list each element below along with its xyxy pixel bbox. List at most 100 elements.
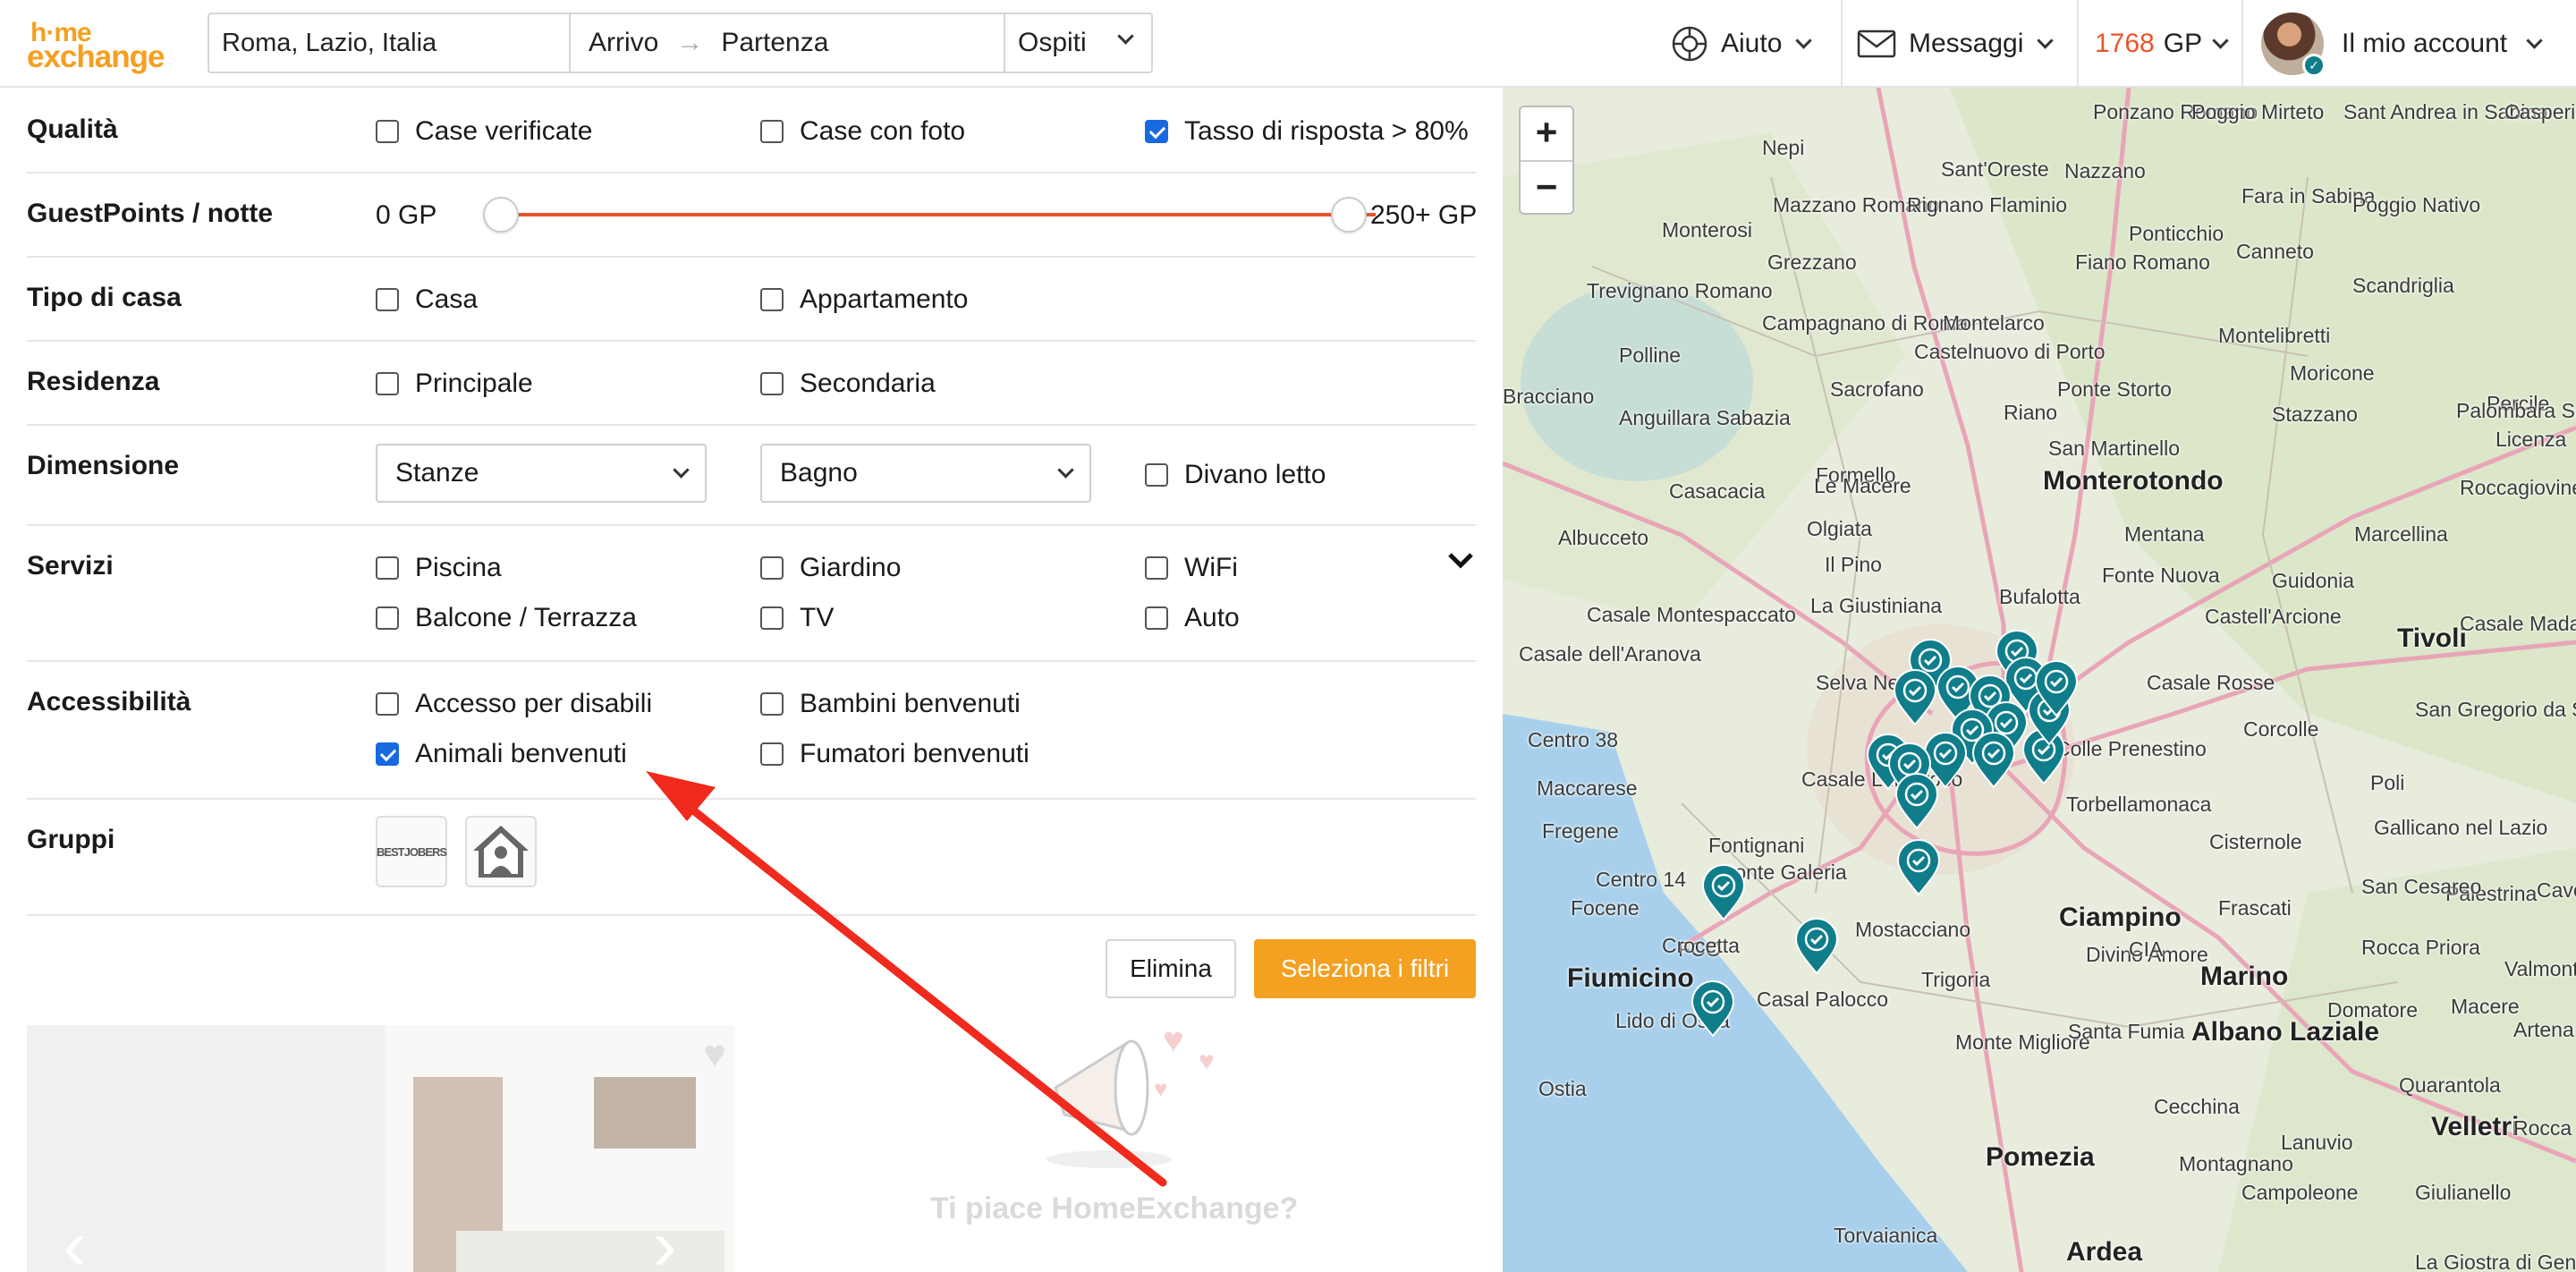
checkbox[interactable] [376, 692, 399, 716]
date-range-input[interactable]: Arrivo → Partenza [571, 14, 1005, 72]
checkbox-disabled-access[interactable]: Accesso per disabili [376, 689, 652, 719]
checkbox-apartment[interactable]: Appartamento [760, 284, 968, 315]
zoom-in-button[interactable]: + [1521, 107, 1572, 160]
checkbox-balcony[interactable]: Balcone / Terrazza [376, 603, 637, 633]
map-place-label: Canneto [2236, 240, 2314, 263]
listing-map-pin[interactable] [1893, 669, 1937, 726]
map-place-label: Albano Laziale [2191, 1017, 2380, 1047]
slider-max-handle[interactable] [1331, 197, 1367, 233]
checkbox-tv[interactable]: TV [760, 603, 834, 633]
listing-map-pin[interactable] [1701, 864, 1746, 921]
destination-input[interactable]: Roma, Lazio, Italia [209, 14, 571, 72]
checkbox-checked[interactable] [376, 742, 399, 766]
help-menu[interactable]: Aiuto [1671, 0, 1813, 88]
listing-map-pin[interactable] [1794, 918, 1839, 975]
map-place-label: Albucceto [1558, 526, 1649, 549]
filter-row-accessibility: Accessibilità Accesso per disabili Bambi… [27, 662, 1476, 800]
group-house-logo[interactable] [465, 816, 537, 887]
checkbox-label: Piscina [415, 553, 502, 582]
checkbox-verified-homes[interactable]: Case verificate [376, 116, 592, 147]
guests-select[interactable]: Ospiti [1005, 14, 1151, 72]
checkbox-smokers-welcome[interactable]: Fumatori benvenuti [760, 739, 1030, 769]
checkbox-secondary[interactable]: Secondaria [760, 369, 936, 399]
guestpoints-menu[interactable]: 1768 GP [2077, 0, 2241, 88]
checkbox-house[interactable]: Casa [376, 284, 478, 315]
checkbox-primary[interactable]: Principale [376, 369, 533, 399]
zoom-out-button[interactable]: − [1521, 160, 1572, 213]
map-place-label: Santa Fumia [2068, 1020, 2185, 1043]
clear-filters-button[interactable]: Elimina [1106, 939, 1236, 998]
filter-label-services: Servizi [27, 551, 114, 581]
slider-min-handle[interactable] [483, 197, 519, 233]
checkbox[interactable] [376, 288, 399, 311]
checkbox-sofa-bed[interactable]: Divano letto [1145, 460, 1326, 490]
chevron-down-icon [2526, 31, 2543, 49]
listing-card[interactable]: ♥ ‹ › [27, 1025, 735, 1272]
rooms-select[interactable]: Stanze [376, 444, 707, 503]
checkbox[interactable] [376, 606, 399, 630]
group-bestjobers-logo[interactable]: BESTJOBERS [376, 816, 447, 887]
checkbox[interactable] [760, 692, 784, 716]
checkin-field[interactable]: Arrivo [589, 14, 658, 72]
listing-map-pin[interactable] [1690, 980, 1735, 1038]
map-place-label: Pomezia [1986, 1142, 2095, 1172]
map-place-label: Castelnuovo di Porto [1914, 340, 2106, 363]
checkbox-garden[interactable]: Giardino [760, 553, 901, 583]
map-place-label: Focene [1571, 896, 1640, 920]
checkbox-car[interactable]: Auto [1145, 603, 1240, 633]
guests-select-label: Ospiti [1018, 28, 1087, 57]
guestpoints-slider-track[interactable] [503, 213, 1376, 216]
listing-map-pin[interactable] [1896, 839, 1941, 896]
checkbox-label: Bambini benvenuti [800, 689, 1021, 718]
map-place-label: Monterosi [1662, 218, 1752, 242]
homeexchange-logo[interactable]: h·me exchange [27, 18, 183, 74]
checkbox[interactable] [760, 556, 784, 580]
checkbox-label: Case con foto [800, 116, 966, 146]
checkbox-homes-with-photos[interactable]: Case con foto [760, 116, 965, 147]
checkbox-pets-welcome[interactable]: Animali benvenuti [376, 739, 627, 769]
checkbox[interactable] [1145, 556, 1168, 580]
account-menu[interactable]: ✓ Il mio account [2241, 0, 2576, 88]
checkbox[interactable] [760, 606, 784, 630]
megaphone-icon: ♥ ♥ ♥ [1046, 1021, 1215, 1168]
chevron-right-icon[interactable]: › [653, 1204, 677, 1272]
checkbox[interactable] [760, 288, 784, 311]
listing-map-pin[interactable] [2034, 660, 2079, 717]
homeexchange-promo: ♥ ♥ ♥ Ti piace HomeExchange? [894, 1016, 1395, 1272]
checkbox-checked[interactable] [1145, 120, 1168, 143]
map-place-label: Sacrofano [1830, 377, 1924, 401]
checkbox[interactable] [1145, 463, 1168, 487]
map-place-label: Mostacciano [1855, 918, 1971, 941]
messages-menu[interactable]: Messaggi [1841, 0, 2073, 88]
checkout-field[interactable]: Partenza [721, 14, 828, 72]
checkbox-pool[interactable]: Piscina [376, 553, 502, 583]
checkbox[interactable] [760, 120, 784, 143]
map-view[interactable]: + − Ponzano Romano Poggio Mirteto Sant A… [1503, 88, 2576, 1272]
map-place-label: La Giostra di Genzano [2415, 1251, 2576, 1272]
chevron-left-icon[interactable]: ‹ [63, 1204, 87, 1272]
checkbox-response-rate[interactable]: Tasso di risposta > 80% [1145, 116, 1469, 147]
checkbox[interactable] [376, 372, 399, 395]
heart-icon[interactable]: ♥ [703, 1032, 726, 1077]
map-place-label: Torvaianica [1834, 1224, 1938, 1247]
checkbox[interactable] [376, 120, 399, 143]
avatar: ✓ [2261, 13, 2326, 77]
map-place-label: Sant'Oreste [1941, 157, 2049, 181]
chevron-down-icon [673, 461, 690, 479]
listing-map-pin[interactable] [1971, 732, 2016, 789]
map-place-label: Trevignano Romano [1587, 279, 1773, 302]
checkbox-wifi[interactable]: WiFi [1145, 553, 1238, 583]
apply-filters-button[interactable]: Seleziona i filtri [1254, 939, 1476, 998]
map-place-label: Ciampino [2059, 903, 2182, 932]
checkbox[interactable] [760, 742, 784, 766]
bath-select[interactable]: Bagno [760, 444, 1091, 503]
map-place-label: Poggio Mirteto [2191, 100, 2325, 123]
checkbox[interactable] [760, 372, 784, 395]
map-place-label: Tivoli [2397, 623, 2467, 653]
listing-map-pin[interactable] [1894, 773, 1939, 830]
checkbox[interactable] [376, 556, 399, 580]
checkbox[interactable] [1145, 606, 1168, 630]
expand-services-chevron-icon[interactable] [1447, 551, 1474, 571]
messages-label: Messaggi [1909, 29, 2024, 58]
checkbox-children-welcome[interactable]: Bambini benvenuti [760, 689, 1021, 719]
